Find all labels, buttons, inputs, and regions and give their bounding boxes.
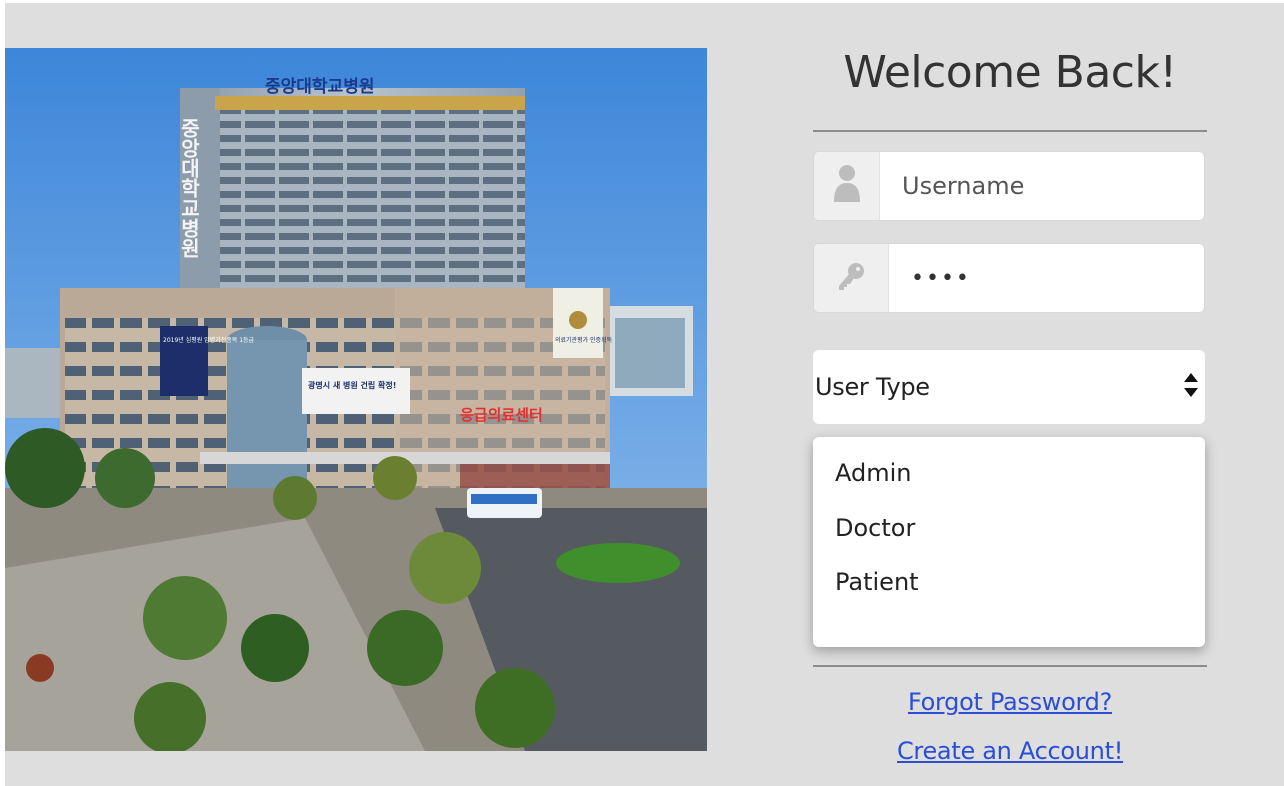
password-group: •••• xyxy=(813,243,1205,313)
hospital-photo: 중앙대학교병원 중앙대학교병원 2019년 심평원 암병가전종목 1등급 광명시… xyxy=(5,48,707,751)
user-type-label: User Type xyxy=(815,373,930,401)
option-doctor[interactable]: Doctor xyxy=(835,514,915,542)
banner-left: 2019년 심평원 암병가전종목 1등급 xyxy=(163,336,255,344)
emergency-sign: 응급의료센터 xyxy=(460,406,543,424)
hospital-vertical-sign: 중앙대학교병원 xyxy=(177,118,201,258)
top-divider xyxy=(813,130,1207,132)
user-icon xyxy=(833,164,861,208)
user-type-select[interactable]: User Type xyxy=(813,350,1205,424)
hospital-illustration: 중앙대학교병원 중앙대학교병원 2019년 심평원 암병가전종목 1등급 광명시… xyxy=(5,48,707,751)
key-icon xyxy=(836,261,866,295)
forgot-password-link[interactable]: Forgot Password? xyxy=(813,688,1207,716)
banner-right: 의료기관평가 인증획득 xyxy=(555,336,613,344)
login-panel: Welcome Back! Username •••• User Type Ad… xyxy=(813,3,1207,786)
username-input[interactable] xyxy=(880,152,1204,220)
sort-arrows-icon xyxy=(1183,368,1199,406)
page-title: Welcome Back! xyxy=(843,47,1177,98)
password-input[interactable]: •••• xyxy=(889,244,1204,312)
bottom-divider xyxy=(813,665,1207,667)
password-addon xyxy=(814,244,889,312)
hospital-sign: 중앙대학교병원 xyxy=(265,77,374,97)
banner-center: 광명시 새 병원 건립 확정! xyxy=(308,380,396,390)
username-addon xyxy=(814,152,880,220)
option-admin[interactable]: Admin xyxy=(835,459,912,487)
username-group xyxy=(813,151,1205,221)
login-page: 중앙대학교병원 중앙대학교병원 2019년 심평원 암병가전종목 1등급 광명시… xyxy=(5,3,1284,786)
create-account-link[interactable]: Create an Account! xyxy=(813,737,1207,765)
option-patient[interactable]: Patient xyxy=(835,568,919,596)
user-type-dropdown: Admin Doctor Patient xyxy=(813,437,1205,647)
